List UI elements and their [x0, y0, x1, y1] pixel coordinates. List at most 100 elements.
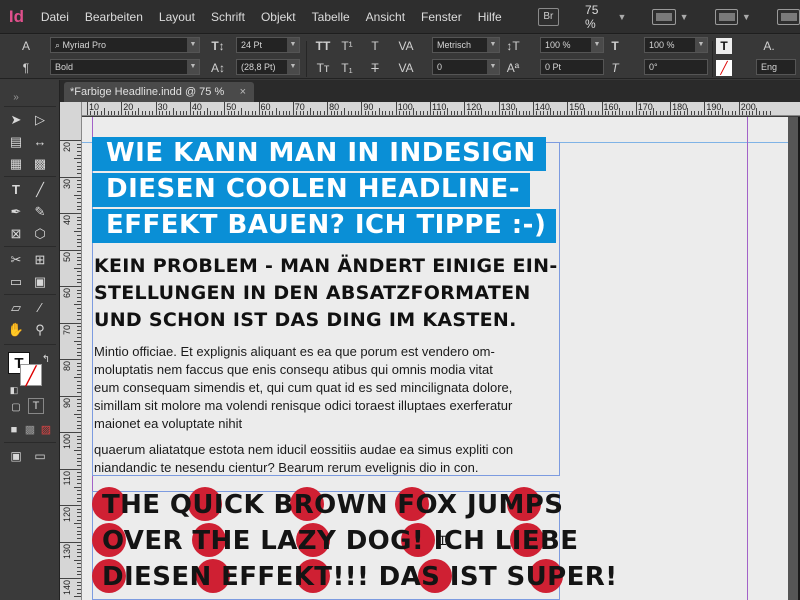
formatting-container-icon[interactable]: ▢: [6, 398, 26, 418]
menu-tabelle[interactable]: Tabelle: [304, 0, 358, 34]
menu-bearbeiten[interactable]: Bearbeiten: [77, 0, 151, 34]
font-size-icon: T↕: [211, 39, 225, 53]
ruler-minor-tick: [77, 329, 81, 331]
menu-objekt[interactable]: Objekt: [253, 0, 304, 34]
subscript-icon[interactable]: T₁: [336, 59, 358, 77]
menu-hilfe[interactable]: Hilfe: [470, 0, 510, 34]
horizontal-scale-field[interactable]: 100 % ▼: [644, 37, 708, 53]
superscript-icon[interactable]: T¹: [336, 37, 358, 55]
chevron-down-icon[interactable]: ▼: [695, 38, 707, 52]
ruler-minor-tick: [752, 111, 754, 115]
kerning-field[interactable]: Metrisch ▼: [432, 37, 500, 53]
selection-tool-icon[interactable]: ➤: [6, 110, 26, 130]
character-style-icon[interactable]: A.: [758, 37, 780, 55]
chevron-down-icon[interactable]: ▼: [617, 12, 626, 22]
zoom-tool-icon[interactable]: ⚲: [30, 320, 50, 340]
zoom-level-select[interactable]: 75 %: [585, 3, 611, 31]
baseline-shift-field[interactable]: 0 Pt: [540, 59, 604, 75]
paragraph-mode-icon[interactable]: ¶: [16, 59, 36, 77]
close-icon[interactable]: ×: [240, 82, 246, 102]
vertical-ruler[interactable]: 20 30 40 50 60 70 80 90 100 110 120 130 140: [60, 102, 82, 600]
arrange-documents-icon[interactable]: [776, 8, 800, 25]
ruler-minor-tick: [649, 111, 651, 115]
preview-mode-icon[interactable]: ▭: [30, 446, 50, 466]
bridge-button[interactable]: Br: [537, 7, 560, 26]
gradient-feather-tool-icon[interactable]: ▣: [30, 272, 50, 292]
chevron-down-icon[interactable]: ▼: [187, 60, 199, 74]
menu-ansicht[interactable]: Ansicht: [358, 0, 413, 34]
vertical-scale-field[interactable]: 100 % ▼: [540, 37, 604, 53]
font-family-field[interactable]: ⌕ Myriad Pro ▼: [50, 37, 200, 53]
chevron-down-icon[interactable]: ▼: [287, 38, 299, 52]
dots-headline[interactable]: THE QUICK BROWN FOX JUMPS OVER THE LAZY …: [102, 487, 617, 595]
fill-text-icon[interactable]: T: [716, 38, 732, 54]
collapse-panel-icon[interactable]: »: [6, 88, 26, 108]
tracking-field[interactable]: 0 ▼: [432, 59, 500, 75]
chevron-down-icon[interactable]: ▼: [742, 12, 751, 22]
screen-mode-icon[interactable]: [714, 8, 738, 25]
document-tab[interactable]: *Farbige Headline.indd @ 75 % ×: [64, 82, 254, 102]
page-tool-icon[interactable]: ▤: [6, 132, 26, 152]
ruler-minor-tick: [77, 373, 81, 375]
ruler-tick: [60, 578, 81, 579]
all-caps-icon[interactable]: TT: [312, 37, 334, 55]
language-field[interactable]: Eng: [756, 59, 796, 75]
ruler-minor-tick: [135, 111, 137, 115]
free-transform-tool-icon[interactable]: ⊞: [30, 250, 50, 270]
default-colors-icon[interactable]: ◧: [4, 380, 24, 400]
ruler-minor-tick: [351, 111, 353, 115]
view-options-icon[interactable]: [652, 8, 676, 25]
line-tool-icon[interactable]: ╱: [30, 180, 50, 200]
underline-icon[interactable]: T: [364, 37, 386, 55]
ruler-minor-tick: [762, 111, 764, 115]
font-size-field[interactable]: 24 Pt ▼: [236, 37, 300, 53]
scissors-tool-icon[interactable]: ✂: [6, 250, 26, 270]
leading-field[interactable]: (28,8 Pt) ▼: [236, 59, 300, 75]
stroke-none-icon[interactable]: ╱: [716, 60, 732, 76]
swap-colors-icon[interactable]: ↰: [36, 350, 56, 370]
document-canvas[interactable]: WIE KANN MAN IN INDESIGN DIESEN COOLEN H…: [82, 117, 800, 600]
kerning-icon: VA: [398, 39, 414, 53]
gradient-swatch-tool-icon[interactable]: ▭: [6, 272, 26, 292]
skew-field[interactable]: 0°: [644, 59, 708, 75]
font-style-field[interactable]: Bold ▼: [50, 59, 200, 75]
pen-tool-icon[interactable]: ✒: [6, 202, 26, 222]
note-tool-icon[interactable]: ▱: [6, 298, 26, 318]
ruler-minor-tick: [505, 111, 507, 115]
chevron-down-icon[interactable]: ▼: [187, 38, 199, 52]
ruler-minor-tick: [481, 108, 483, 115]
type-tool-icon[interactable]: T: [6, 180, 26, 200]
direct-selection-tool-icon[interactable]: ▷: [30, 110, 50, 130]
content-collector-icon[interactable]: ▦: [6, 154, 26, 174]
chevron-down-icon[interactable]: ▼: [287, 60, 299, 74]
polygon-tool-icon[interactable]: ⬡: [30, 224, 50, 244]
apply-none-icon[interactable]: ▨: [36, 420, 56, 440]
chevron-down-icon[interactable]: ▼: [680, 12, 689, 22]
ruler-minor-tick: [378, 108, 380, 115]
horizontal-ruler[interactable]: 10 20 30 40 50 60 70 80 90 100 110 120 130 140 150 160 1…: [82, 102, 800, 116]
menu-layout[interactable]: Layout: [151, 0, 203, 34]
ruler-minor-tick: [344, 108, 346, 115]
gap-tool-icon[interactable]: ↔: [30, 132, 50, 152]
ruler-minor-tick: [77, 380, 81, 382]
normal-view-icon[interactable]: ▣: [6, 446, 26, 466]
hand-tool-icon[interactable]: ✋: [6, 320, 26, 340]
menu-schrift[interactable]: Schrift: [203, 0, 253, 34]
ruler-label: 50: [62, 251, 72, 262]
ruler-minor-tick: [313, 111, 315, 115]
character-mode-icon[interactable]: A: [16, 37, 36, 55]
chevron-down-icon[interactable]: ▼: [487, 60, 499, 74]
pencil-tool-icon[interactable]: ✎: [30, 202, 50, 222]
content-placer-icon[interactable]: ▩: [30, 154, 50, 174]
menu-fenster[interactable]: Fenster: [413, 0, 470, 34]
ruler-minor-tick: [169, 111, 171, 115]
small-caps-icon[interactable]: Tт: [312, 59, 334, 77]
menu-datei[interactable]: Datei: [33, 0, 77, 34]
eyedropper-tool-icon[interactable]: ⁄: [30, 298, 50, 318]
dots-headline-line: THE QUICK BROWN FOX JUMPS: [102, 490, 564, 520]
rectangle-frame-tool-icon[interactable]: ⊠: [6, 224, 26, 244]
strikethrough-icon[interactable]: T: [364, 59, 386, 77]
formatting-text-icon[interactable]: T: [28, 398, 44, 414]
chevron-down-icon[interactable]: ▼: [591, 38, 603, 52]
chevron-down-icon[interactable]: ▼: [487, 38, 499, 52]
